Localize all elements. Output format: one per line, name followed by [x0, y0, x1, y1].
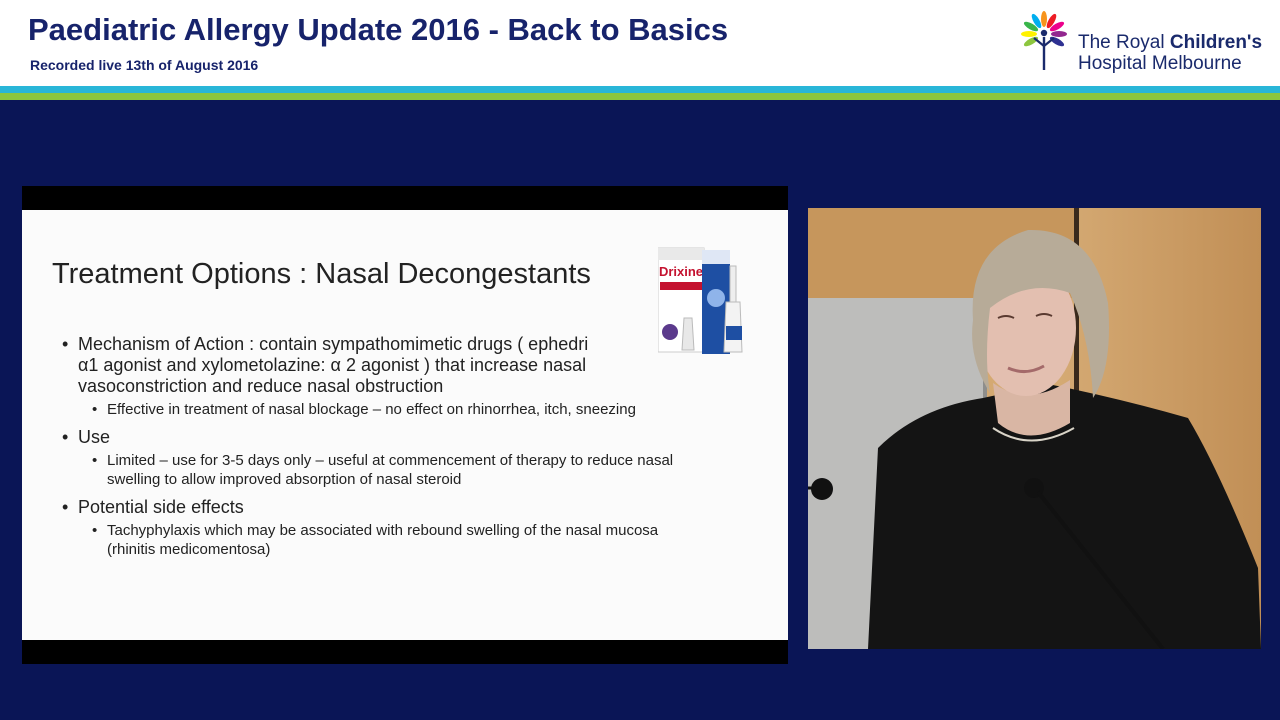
slide-content: Treatment Options : Nasal Decongestants … [22, 210, 788, 640]
sub-bullet-use-limited: Limited – use for 3-5 days only – useful… [62, 451, 687, 489]
event-title: Paediatric Allergy Update 2016 - Back to… [28, 12, 729, 47]
hospital-name: The Royal Children's Hospital Melbourne [1078, 32, 1263, 74]
sub-bullet-tachyphylaxis: Tachyphylaxis which may be associated wi… [62, 521, 707, 559]
sub-bullet-effectiveness: Effective in treatment of nasal blockage… [62, 400, 682, 419]
slide-title: Treatment Options : Nasal Decongestants [52, 258, 591, 290]
header-stripe-green [0, 93, 1280, 100]
speaker-video [808, 208, 1261, 649]
speaker-video-frame [808, 208, 1261, 649]
bullet-side-effects: Potential side effects [62, 497, 782, 518]
product-label: Drixine [659, 264, 703, 279]
header-bar: Paediatric Allergy Update 2016 - Back to… [0, 0, 1280, 86]
hospital-logo: The Royal Children's Hospital Melbourne [1014, 8, 1266, 74]
rch-logo-icon [1021, 11, 1067, 70]
header-stripe-cyan [0, 86, 1280, 93]
recording-date: Recorded live 13th of August 2016 [30, 57, 259, 73]
slide-bullet-list: Mechanism of Action : contain sympathomi… [62, 334, 782, 559]
bullet-use: Use [62, 427, 782, 448]
slide-panel: Treatment Options : Nasal Decongestants … [22, 186, 788, 664]
bullet-mechanism: Mechanism of Action : contain sympathomi… [62, 334, 782, 397]
